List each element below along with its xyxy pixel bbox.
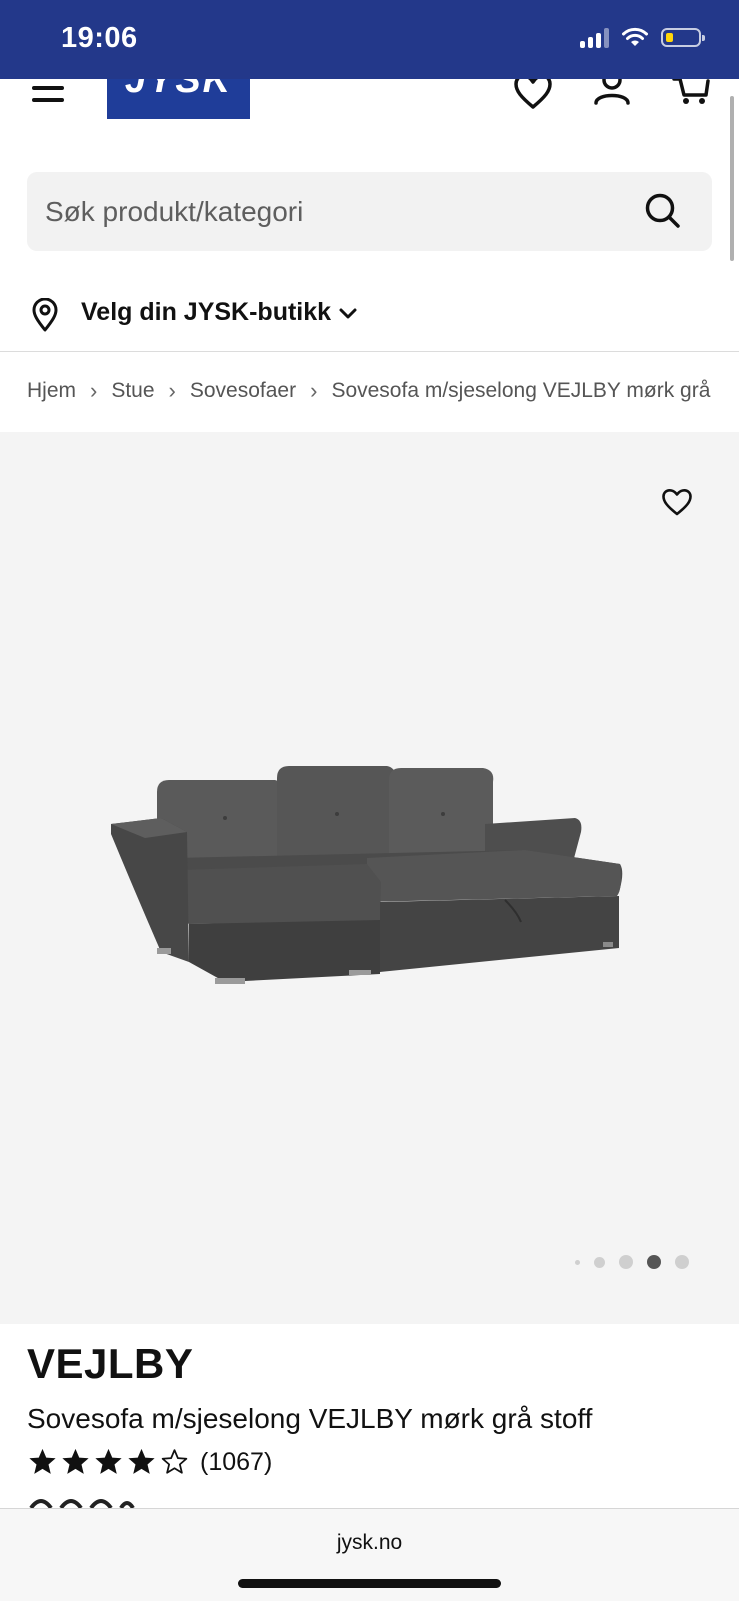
store-selector[interactable]: Velg din JYSK-butikk <box>27 292 427 336</box>
heart-icon[interactable] <box>513 79 553 119</box>
user-icon[interactable] <box>592 79 632 119</box>
breadcrumb-item-living-room[interactable]: Stue <box>111 379 154 403</box>
gallery-pagination <box>575 1255 689 1269</box>
star-filled-icon <box>62 1448 89 1474</box>
star-filled-icon <box>128 1448 155 1474</box>
breadcrumb-item-current: Sovesofa m/sjeselong VEJLBY mørk grå sto… <box>331 379 713 402</box>
divider <box>0 351 739 352</box>
site-header: JYSK <box>0 79 739 124</box>
star-empty-icon <box>161 1449 188 1474</box>
wifi-icon <box>622 27 648 46</box>
browser-url[interactable]: jysk.no <box>0 1531 739 1555</box>
battery-icon <box>661 27 705 47</box>
gallery-dot[interactable] <box>594 1256 605 1268</box>
gallery-dot[interactable] <box>619 1255 633 1269</box>
menu-icon[interactable] <box>32 84 66 108</box>
cart-icon[interactable] <box>672 79 712 119</box>
chevron-down-icon <box>339 308 357 319</box>
product-name: Sovesofa m/sjeselong VEJLBY mørk grå sto… <box>27 1403 593 1434</box>
star-filled-icon <box>95 1448 122 1474</box>
breadcrumb: Hjem › Stue › Sovesofaer › Sovesofa m/sjeselon… <box>27 378 713 408</box>
search-input[interactable]: Søk produkt/kategori <box>27 172 712 251</box>
product-rating[interactable]: (1067) <box>27 1444 272 1480</box>
status-icons <box>580 26 705 48</box>
gallery-dot[interactable] <box>575 1259 580 1265</box>
home-indicator[interactable] <box>238 1579 501 1588</box>
chevron-right-icon: › <box>168 378 176 403</box>
status-bar: 19:06 <box>0 0 739 79</box>
favorite-heart-icon[interactable] <box>661 487 693 517</box>
product-image-gallery[interactable] <box>0 432 739 1324</box>
star-filled-icon <box>29 1448 56 1474</box>
product-image-sofa <box>111 766 623 984</box>
search-icon[interactable] <box>644 192 682 230</box>
gallery-dot-active[interactable] <box>647 1255 661 1269</box>
browser-bottom-bar: jysk.no <box>0 1508 739 1601</box>
product-brand: VEJLBY <box>27 1340 194 1387</box>
jysk-logo[interactable]: JYSK <box>107 79 250 119</box>
breadcrumb-item-sofa-beds[interactable]: Sovesofaer <box>190 379 296 403</box>
status-time: 19:06 <box>61 22 138 54</box>
location-pin-icon <box>32 298 58 332</box>
search-placeholder: Søk produkt/kategori <box>45 196 304 227</box>
chevron-right-icon: › <box>90 378 98 403</box>
rating-stars <box>27 1447 190 1477</box>
price-peek <box>29 1499 135 1508</box>
breadcrumb-item-home[interactable]: Hjem <box>27 379 76 403</box>
scrollbar[interactable] <box>730 96 734 261</box>
store-selector-label: Velg din JYSK-butikk <box>81 298 332 326</box>
review-count: (1067) <box>200 1447 273 1476</box>
cellular-signal-icon <box>580 26 609 48</box>
chevron-right-icon: › <box>310 378 318 403</box>
gallery-dot[interactable] <box>675 1255 689 1269</box>
